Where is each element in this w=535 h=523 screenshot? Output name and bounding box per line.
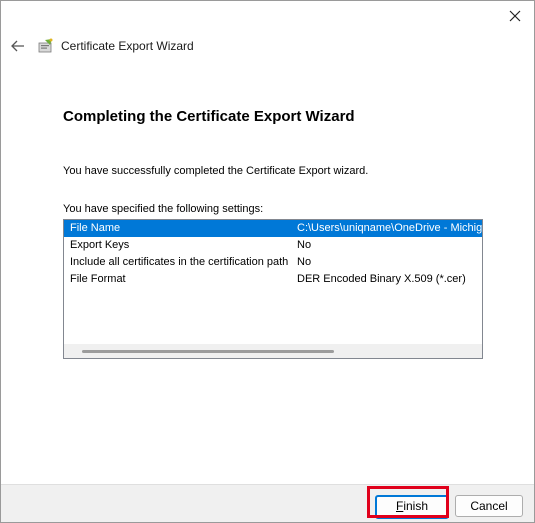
settings-row-file-name[interactable]: File Name C:\Users\uniqname\OneDrive - M…: [64, 220, 482, 237]
close-icon: [509, 10, 521, 22]
scrollbar-thumb[interactable]: [82, 350, 334, 353]
wizard-titlebar: Certificate Export Wizard: [1, 31, 534, 61]
settings-intro: You have specified the following setting…: [63, 203, 264, 215]
settings-row-include-certificates[interactable]: Include all certificates in the certific…: [64, 254, 482, 271]
back-button[interactable]: [9, 37, 27, 55]
settings-row-export-keys[interactable]: Export Keys No: [64, 237, 482, 254]
window-title: Certificate Export Wizard: [61, 39, 194, 53]
setting-key: File Format: [70, 273, 126, 285]
finish-highlight-box: [367, 486, 449, 518]
setting-value: No: [297, 239, 312, 251]
setting-key: File Name: [70, 222, 121, 234]
setting-key: Export Keys: [70, 239, 130, 251]
horizontal-scrollbar[interactable]: [64, 344, 482, 358]
certificate-export-wizard-window: Certificate Export Wizard Completing the…: [0, 0, 535, 523]
setting-value: DER Encoded Binary X.509 (*.cer): [297, 273, 466, 285]
page-heading: Completing the Certificate Export Wizard: [63, 108, 355, 125]
back-arrow-icon: [11, 40, 24, 52]
setting-value: No: [297, 256, 312, 268]
setting-key: Include all certificates in the certific…: [70, 256, 289, 268]
settings-row-file-format[interactable]: File Format DER Encoded Binary X.509 (*.…: [64, 271, 482, 288]
success-message: You have successfully completed the Cert…: [63, 165, 369, 177]
button-bar: Finish Cancel: [1, 484, 534, 522]
settings-list[interactable]: File Name C:\Users\uniqname\OneDrive - M…: [63, 219, 483, 359]
certificate-wizard-icon: [37, 37, 55, 55]
setting-value: C:\Users\uniqname\OneDrive - Michiga: [297, 222, 483, 234]
close-button[interactable]: [502, 5, 528, 27]
cancel-button[interactable]: Cancel: [455, 495, 523, 517]
